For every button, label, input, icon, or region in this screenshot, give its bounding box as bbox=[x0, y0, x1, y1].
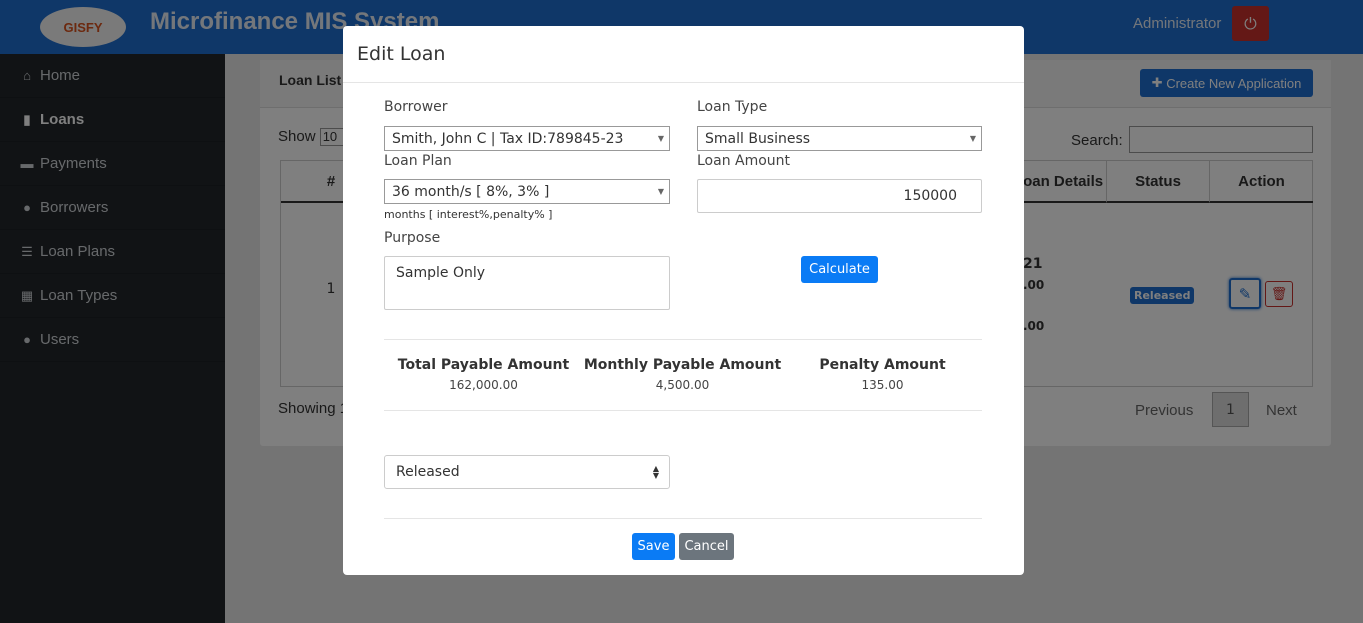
borrower-select[interactable]: Smith, John C | Tax ID:789845-23 ▼ bbox=[384, 126, 670, 151]
loan-plan-hint: months [ interest%,penalty% ] bbox=[384, 208, 553, 221]
status-select[interactable]: Released ▲ ▼ bbox=[384, 455, 670, 489]
loan-type-value: Small Business bbox=[705, 130, 811, 147]
loan-type-label: Loan Type bbox=[697, 99, 768, 115]
penalty-value: 135.00 bbox=[861, 378, 904, 392]
loan-plan-select[interactable]: 36 month/s [ 8%, 3% ] ▼ bbox=[384, 179, 670, 204]
purpose-textarea[interactable]: Sample Only bbox=[384, 256, 670, 310]
chevron-down-icon: ▼ bbox=[969, 134, 976, 143]
purpose-label: Purpose bbox=[384, 230, 441, 246]
loan-type-select[interactable]: Small Business ▼ bbox=[697, 126, 982, 151]
save-button[interactable]: Save bbox=[632, 533, 675, 560]
penalty-title: Penalty Amount bbox=[819, 357, 946, 373]
chevron-down-icon: ▼ bbox=[657, 187, 664, 196]
status-value: Released bbox=[396, 464, 460, 480]
edit-loan-modal: Edit Loan Borrower Smith, John C | Tax I… bbox=[343, 26, 1024, 575]
summary-divider-bottom bbox=[384, 410, 982, 411]
summary-divider-top bbox=[384, 339, 982, 340]
borrower-value: Smith, John C | Tax ID:789845-23 bbox=[392, 130, 624, 147]
total-payable-title: Total Payable Amount bbox=[397, 357, 570, 373]
monthly-payable-value: 4,500.00 bbox=[655, 378, 710, 392]
loan-plan-label: Loan Plan bbox=[384, 153, 452, 169]
cancel-button[interactable]: Cancel bbox=[679, 533, 734, 560]
penalty-summary: Penalty Amount 135.00 bbox=[783, 357, 982, 392]
loan-amount-label: Loan Amount bbox=[697, 153, 791, 169]
modal-title: Edit Loan bbox=[357, 43, 446, 65]
purpose-value: Sample Only bbox=[396, 265, 486, 281]
monthly-payable-title: Monthly Payable Amount bbox=[583, 357, 782, 373]
total-payable-value: 162,000.00 bbox=[449, 378, 518, 392]
sort-arrows-icon: ▲ ▼ bbox=[652, 464, 659, 480]
monthly-payable-summary: Monthly Payable Amount 4,500.00 bbox=[583, 357, 782, 392]
total-payable-summary: Total Payable Amount 162,000.00 bbox=[384, 357, 583, 392]
calculate-button[interactable]: Calculate bbox=[801, 256, 878, 283]
loan-plan-value: 36 month/s [ 8%, 3% ] bbox=[392, 183, 550, 200]
footer-divider bbox=[384, 518, 982, 519]
chevron-down-icon: ▼ bbox=[657, 134, 664, 143]
modal-header-divider bbox=[343, 82, 1024, 83]
loan-amount-input[interactable]: 150000 bbox=[697, 179, 982, 213]
borrower-label: Borrower bbox=[384, 99, 448, 115]
